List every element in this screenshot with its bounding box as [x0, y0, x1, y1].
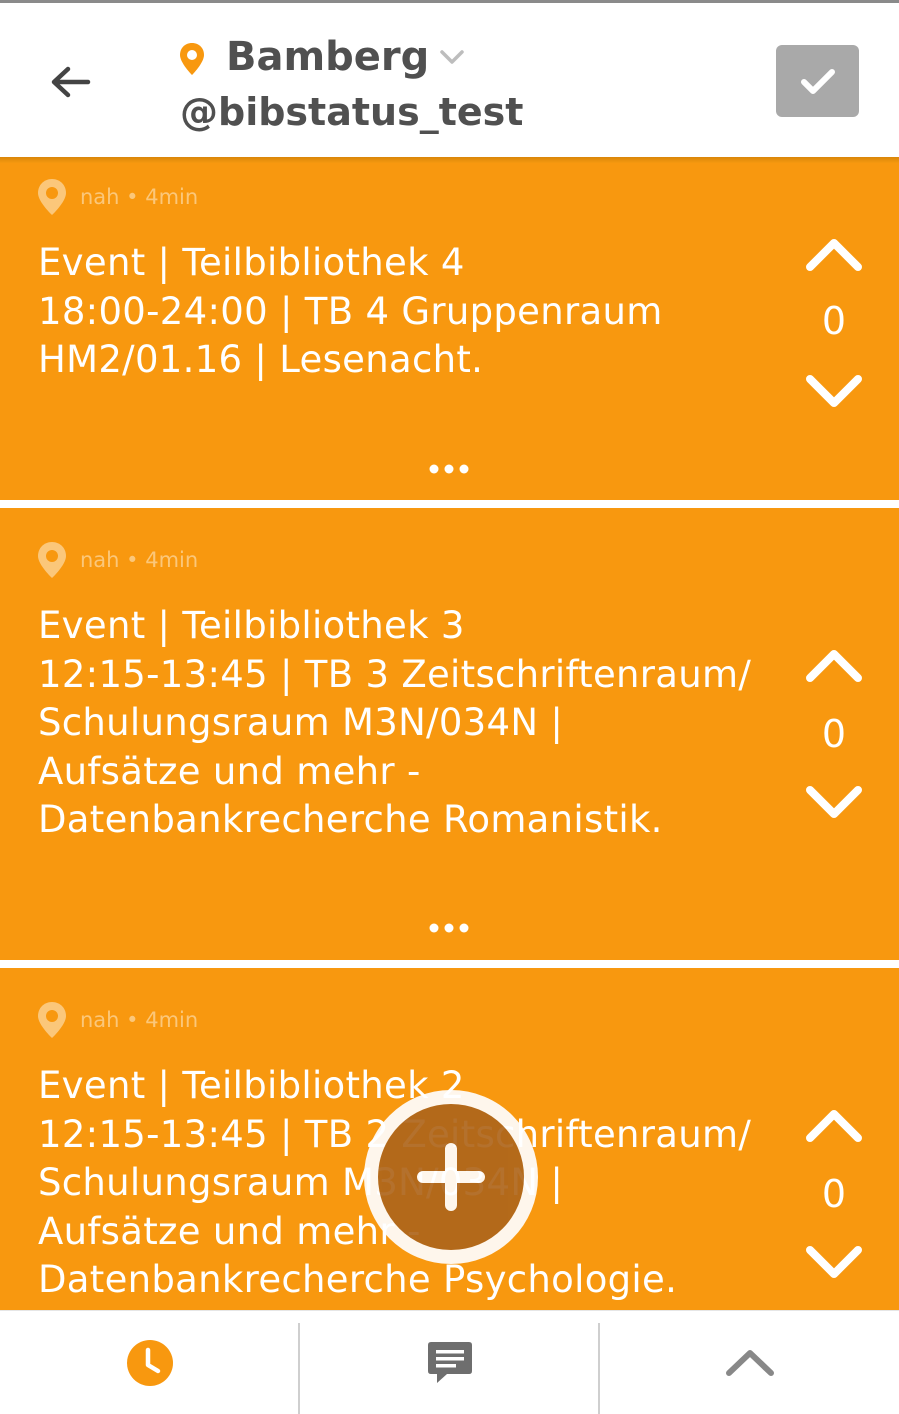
post-meta: nah • 4min [36, 540, 198, 580]
vote-count: 0 [821, 1172, 847, 1216]
arrow-left-icon [51, 66, 91, 98]
tab-recent[interactable] [0, 1311, 299, 1414]
back-button[interactable] [44, 55, 98, 109]
bottom-navigation [0, 1310, 899, 1414]
upvote-button[interactable] [802, 1102, 866, 1146]
chevron-down-icon [806, 1246, 862, 1278]
post-card[interactable]: nah • 4min Event | Teilbibliothek 4 18:0… [0, 157, 899, 500]
location-pin-icon [36, 177, 68, 217]
map-pin-icon [178, 41, 206, 77]
upvote-button[interactable] [802, 642, 866, 686]
post-text: Event | Teilbibliothek 3 12:15-13:45 | T… [38, 604, 752, 841]
header-shadow [0, 157, 899, 163]
comment-icon [427, 1342, 472, 1383]
post-meta-text: nah • 4min [80, 185, 199, 209]
more-options-button[interactable] [428, 919, 470, 933]
chevron-down-icon [806, 375, 862, 407]
app-header: Bamberg @bibstatus_test [0, 3, 899, 157]
city-selector[interactable]: Bamberg [226, 31, 429, 83]
post-meta-text: nah • 4min [80, 548, 199, 572]
chevron-up-icon [806, 239, 862, 271]
chevron-up-icon [806, 650, 862, 682]
downvote-button[interactable] [802, 1242, 866, 1286]
tab-comments[interactable] [300, 1311, 599, 1414]
ellipsis-icon [429, 923, 469, 933]
chevron-up-icon [806, 1110, 862, 1142]
confirm-button[interactable] [776, 45, 859, 117]
plus-icon [417, 1143, 485, 1211]
post-meta: nah • 4min [36, 177, 198, 217]
downvote-button[interactable] [802, 782, 866, 826]
downvote-button[interactable] [802, 371, 866, 415]
vote-count: 0 [821, 712, 847, 756]
chevron-down-icon [806, 786, 862, 818]
tab-top[interactable] [600, 1311, 899, 1414]
location-pin-icon [36, 540, 68, 580]
chevron-down-icon[interactable] [438, 47, 466, 67]
upvote-button[interactable] [802, 231, 866, 275]
post-text: Event | Teilbibliothek 4 18:00-24:00 | T… [38, 241, 663, 381]
chevron-up-icon [725, 1350, 774, 1376]
post-meta: nah • 4min [36, 1000, 198, 1040]
add-post-button-inner [378, 1104, 524, 1250]
location-pin-icon [36, 1000, 68, 1040]
post-meta-text: nah • 4min [80, 1008, 199, 1032]
checkmark-icon [800, 69, 835, 94]
channel-handle: @bibstatus_test [180, 90, 524, 134]
post-card[interactable]: nah • 4min Event | Teilbibliothek 3 12:1… [0, 508, 899, 960]
ellipsis-icon [429, 464, 469, 474]
more-options-button[interactable] [428, 460, 470, 474]
clock-icon [126, 1340, 173, 1386]
add-post-button[interactable] [364, 1090, 538, 1264]
vote-count: 0 [821, 299, 847, 343]
